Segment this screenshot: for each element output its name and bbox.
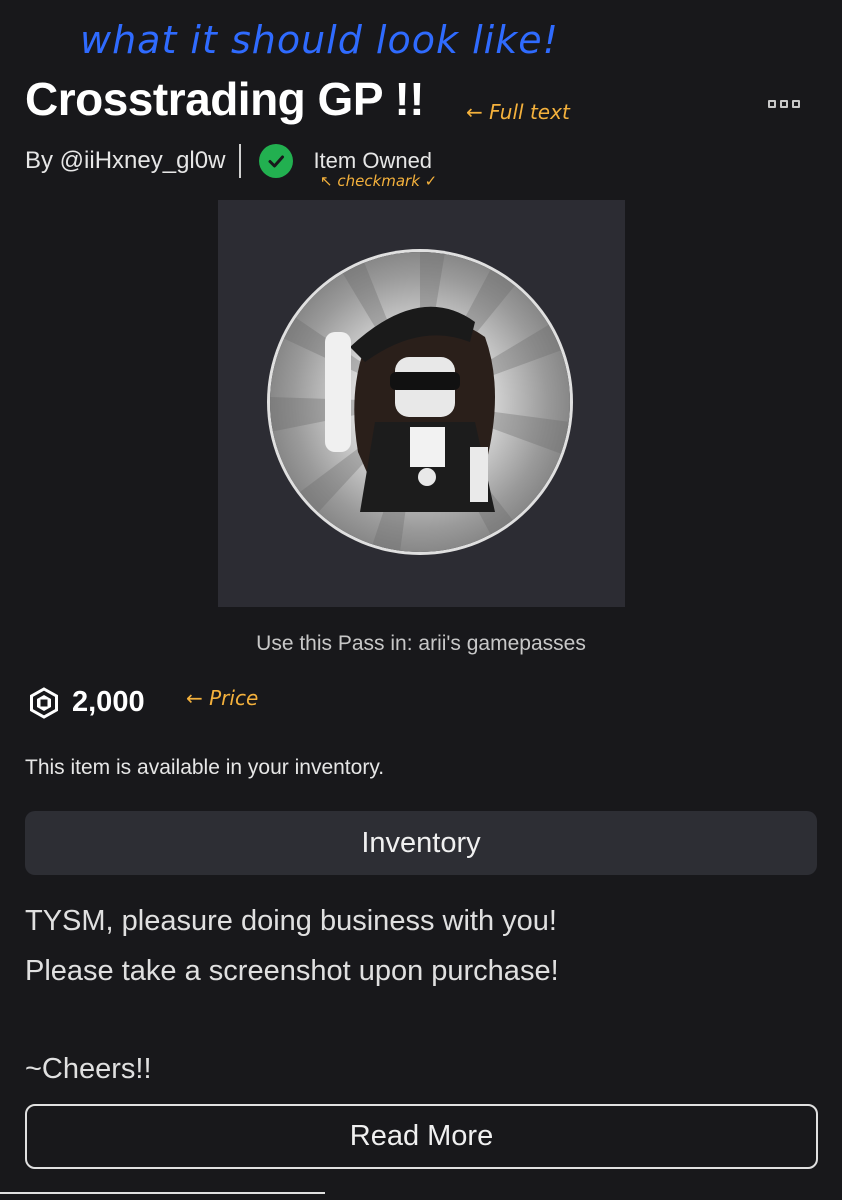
- description-line-2: Please take a screenshot upon purchase!: [25, 955, 559, 987]
- avatar-image: [270, 252, 570, 552]
- annotation-full-text: ← Full text: [466, 100, 570, 124]
- item-owned-label: Item Owned: [313, 148, 433, 173]
- description-line-3: ~Cheers!!: [25, 1053, 152, 1085]
- more-dot: [768, 100, 776, 108]
- more-dot: [780, 100, 788, 108]
- bottom-divider: [0, 1192, 325, 1194]
- item-title: Crosstrading GP !!: [25, 73, 425, 125]
- byline-divider: [239, 144, 242, 178]
- inventory-button[interactable]: Inventory: [25, 811, 817, 875]
- annotation-price: ← Price: [186, 686, 259, 710]
- more-dot: [792, 100, 800, 108]
- availability-text: This item is available in your inventory…: [25, 756, 385, 779]
- checkmark-icon: [259, 144, 294, 178]
- description-line-1: TYSM, pleasure doing business with you!: [25, 905, 557, 937]
- price-value: 2,000: [72, 686, 145, 718]
- robux-icon: [30, 686, 58, 719]
- price-row: 2,000: [28, 686, 145, 719]
- annotation-header: what it should look like!: [80, 18, 559, 62]
- item-thumbnail: [218, 200, 625, 607]
- byline: By @iiHxney_gl0w Item Owned: [25, 143, 432, 179]
- more-options-icon[interactable]: [768, 100, 808, 114]
- creator-link[interactable]: By @iiHxney_gl0w: [25, 147, 225, 175]
- use-pass-in-text: Use this Pass in: arii's gamepasses: [256, 632, 586, 655]
- read-more-button[interactable]: Read More: [25, 1104, 818, 1169]
